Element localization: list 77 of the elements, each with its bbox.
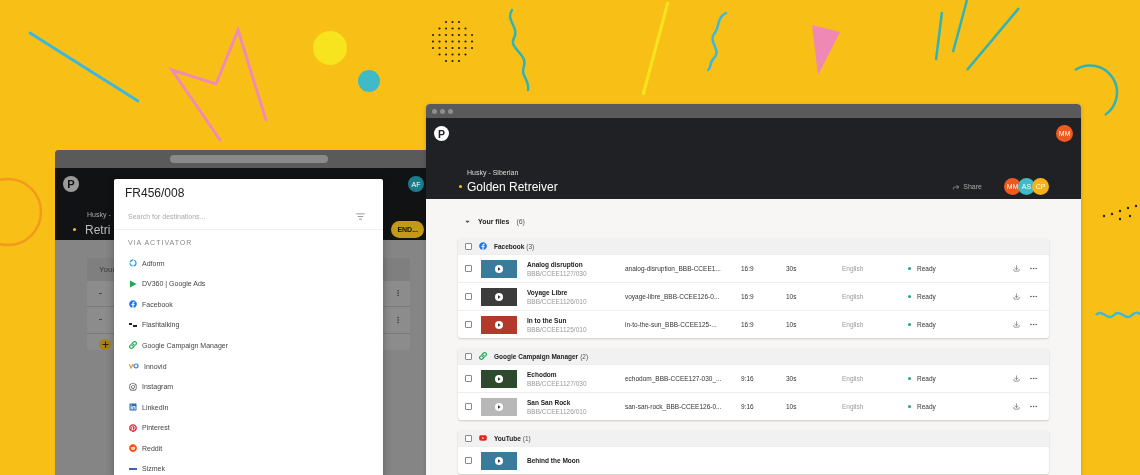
page-title: Retri [85, 222, 111, 237]
download-icon[interactable] [1013, 265, 1020, 272]
download-icon[interactable] [1013, 321, 1020, 328]
play-icon[interactable] [495, 320, 503, 329]
window-dot[interactable] [448, 108, 453, 114]
video-thumbnail[interactable] [481, 287, 517, 306]
checkbox[interactable] [465, 352, 472, 360]
window-dot[interactable] [440, 108, 445, 114]
round-shape [313, 31, 347, 65]
more-icon[interactable] [394, 289, 402, 298]
checkbox[interactable] [465, 457, 472, 464]
more-icon[interactable] [1029, 320, 1038, 329]
row-marker [99, 292, 102, 294]
more-icon[interactable] [394, 315, 402, 324]
add-button[interactable] [99, 338, 111, 350]
linkedin-icon [129, 403, 137, 412]
video-thumbnail[interactable] [481, 315, 517, 334]
pinterest-icon [129, 423, 137, 432]
dot-pattern [431, 20, 474, 63]
link-icon [479, 352, 487, 360]
more-icon[interactable] [1029, 264, 1038, 273]
youtube-icon [479, 434, 487, 442]
video-thumbnail[interactable] [481, 259, 517, 278]
arc-line [1074, 64, 1119, 116]
checkbox[interactable] [465, 293, 472, 300]
triangle-shape [812, 25, 840, 75]
checkbox[interactable] [465, 403, 472, 410]
status-dot [908, 267, 911, 270]
download-icon[interactable] [1013, 293, 1020, 300]
status-dot [908, 377, 911, 380]
reddit-icon [129, 444, 137, 453]
more-icon[interactable] [1029, 374, 1038, 383]
facebook-icon [129, 300, 137, 309]
row-marker [99, 319, 102, 321]
share-icon [952, 182, 961, 191]
checkbox[interactable] [465, 265, 472, 272]
checkbox[interactable] [465, 321, 472, 328]
play-icon[interactable] [495, 456, 503, 465]
window-dot[interactable] [432, 108, 437, 114]
checkbox[interactable] [465, 375, 472, 382]
blocks-icon [129, 320, 137, 329]
dot-pattern [1102, 204, 1138, 221]
link-icon [129, 341, 137, 350]
status-dot [908, 405, 911, 408]
filter-icon[interactable] [356, 212, 365, 221]
checkbox[interactable] [465, 242, 472, 250]
facebook-icon [479, 242, 487, 250]
play-icon[interactable] [495, 292, 503, 301]
status-dot [908, 323, 911, 326]
download-icon[interactable] [1013, 375, 1020, 382]
status-dot [459, 185, 462, 188]
play-icon[interactable] [495, 374, 503, 383]
wavy-line [706, 11, 728, 72]
app-logo: P [434, 126, 449, 141]
app-logo: P [63, 176, 79, 192]
video-thumbnail[interactable] [481, 451, 517, 470]
wavy-line [1095, 311, 1140, 319]
ring-icon [129, 259, 137, 268]
download-icon[interactable] [1013, 403, 1020, 410]
video-thumbnail[interactable] [481, 369, 517, 388]
status-dot [908, 295, 911, 298]
play-icon[interactable] [495, 264, 503, 273]
ring-outline [0, 177, 43, 247]
more-icon[interactable] [1029, 292, 1038, 301]
page-title: Golden Retreiver [467, 179, 559, 194]
vo-logo-icon [129, 362, 139, 370]
caret-icon[interactable] [464, 218, 471, 225]
video-thumbnail[interactable] [481, 397, 517, 416]
dialog-title: FR456/008 [124, 185, 186, 200]
play-icon[interactable] [495, 402, 503, 411]
diagonal-line [934, 11, 944, 61]
play-triangle-icon [129, 279, 137, 288]
instagram-icon [129, 382, 137, 391]
round-shape [358, 70, 380, 92]
more-icon[interactable] [1029, 402, 1038, 411]
status-dot [73, 228, 76, 231]
checkbox[interactable] [465, 434, 472, 442]
